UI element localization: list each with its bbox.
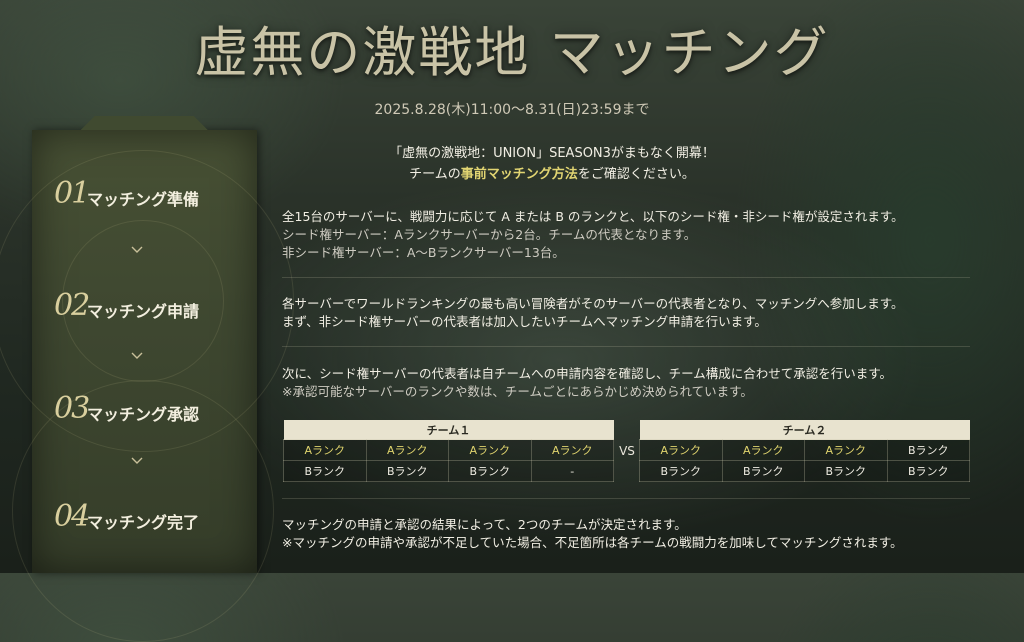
team-2-table: チーム２ Aランク Aランク Aランク Bランク Bランク Bランク Bランク … bbox=[639, 420, 970, 482]
step-approval[interactable]: 03 マッチング承認 bbox=[54, 391, 244, 431]
divider bbox=[282, 498, 970, 499]
team-1-table: チーム１ Aランク Aランク Aランク Aランク Bランク Bランク Bランク … bbox=[283, 420, 614, 482]
intro-text: 「虚無の激戦地：UNION」SEASON3がまもなく開幕！ チームの事前マッチン… bbox=[342, 143, 762, 185]
section-text: 全15台のサーバーに、戦闘力に応じて A または B のランクと、以下のシード権… bbox=[282, 209, 904, 224]
divider bbox=[282, 277, 970, 278]
rank-cell: Bランク bbox=[283, 460, 367, 482]
step-label: マッチング承認 bbox=[87, 405, 200, 424]
section-text: マッチングの申請と承認の結果によって、2つのチームが決定されます。 bbox=[282, 517, 687, 532]
section-text: 各サーバーでワールドランキングの最も高い冒険者がそのサーバーの代表者となり、マッ… bbox=[282, 296, 904, 311]
step-number: 01 bbox=[54, 176, 90, 211]
rank-cell: Aランク bbox=[448, 439, 532, 461]
rank-cell: Bランク bbox=[886, 439, 970, 461]
chevron-down-icon bbox=[131, 246, 143, 253]
intro-text-pre: チームの bbox=[409, 167, 461, 182]
step-number: 04 bbox=[54, 499, 90, 534]
section-text: ※マッチングの申請や承認が不足していた場合、不足箇所は各チームの戦闘力を加味して… bbox=[282, 535, 903, 550]
vs-label: VS bbox=[619, 444, 635, 458]
section-approval: 次に、シード権サーバーの代表者は自チームへの申請内容を確認し、チーム構成に合わせ… bbox=[282, 365, 972, 401]
step-number: 03 bbox=[54, 391, 90, 426]
section-text: ※承認可能なサーバーのランクや数は、チームごとにあらかじめ決められています。 bbox=[282, 384, 753, 399]
step-complete[interactable]: 04 マッチング完了 bbox=[54, 499, 244, 539]
rank-cell: Aランク bbox=[639, 439, 723, 461]
section-preparation: 全15台のサーバーに、戦闘力に応じて A または B のランクと、以下のシード権… bbox=[282, 208, 972, 262]
section-application: 各サーバーでワールドランキングの最も高い冒険者がそのサーバーの代表者となり、マッ… bbox=[282, 295, 972, 331]
rank-cell: - bbox=[530, 460, 614, 482]
section-text: 非シード権サーバー：A〜Bランクサーバー13台。 bbox=[282, 245, 565, 260]
team-name: チーム２ bbox=[639, 420, 970, 440]
rank-cell: Bランク bbox=[804, 460, 888, 482]
rank-cell: Aランク bbox=[283, 439, 367, 461]
intro-line: 「虚無の激戦地：UNION」SEASON3がまもなく開幕！ bbox=[389, 146, 715, 161]
rank-cell: Bランク bbox=[639, 460, 723, 482]
step-label: マッチング申請 bbox=[87, 302, 200, 321]
step-label: マッチング準備 bbox=[87, 190, 200, 209]
step-label: マッチング完了 bbox=[87, 513, 200, 532]
step-application[interactable]: 02 マッチング申請 bbox=[54, 288, 244, 328]
chevron-down-icon bbox=[131, 352, 143, 359]
step-preparation[interactable]: 01 マッチング準備 bbox=[54, 176, 244, 216]
chevron-down-icon bbox=[131, 457, 143, 464]
rank-cell: Bランク bbox=[448, 460, 532, 482]
rank-cell: Bランク bbox=[886, 460, 970, 482]
step-number: 02 bbox=[54, 288, 90, 323]
team-name: チーム１ bbox=[283, 420, 614, 440]
rank-cell: Aランク bbox=[804, 439, 888, 461]
rank-cell: Bランク bbox=[365, 460, 449, 482]
steps-sidebar: 01 マッチング準備 02 マッチング申請 03 マッチング承認 04 マッチン… bbox=[0, 116, 294, 642]
section-complete: マッチングの申請と承認の結果によって、2つのチームが決定されます。 ※マッチング… bbox=[282, 516, 972, 552]
page-title: 虚無の激戦地 マッチング bbox=[194, 21, 830, 84]
section-text: シード権サーバー：Aランクサーバーから2台。チームの代表となります。 bbox=[282, 227, 697, 242]
rank-cell: Aランク bbox=[530, 439, 614, 461]
intro-text-post: をご確認ください。 bbox=[577, 167, 695, 182]
section-text: まず、非シード権サーバーの代表者は加入したいチームへマッチング申請を行います。 bbox=[282, 314, 767, 329]
rank-cell: Aランク bbox=[721, 439, 805, 461]
divider bbox=[282, 346, 970, 347]
intro-line: チームの事前マッチング方法をご確認ください。 bbox=[342, 164, 762, 185]
intro-highlight: 事前マッチング方法 bbox=[460, 167, 578, 182]
rank-cell: Aランク bbox=[365, 439, 449, 461]
rank-cell: Bランク bbox=[721, 460, 805, 482]
section-text: 次に、シード権サーバーの代表者は自チームへの申請内容を確認し、チーム構成に合わせ… bbox=[282, 366, 893, 381]
